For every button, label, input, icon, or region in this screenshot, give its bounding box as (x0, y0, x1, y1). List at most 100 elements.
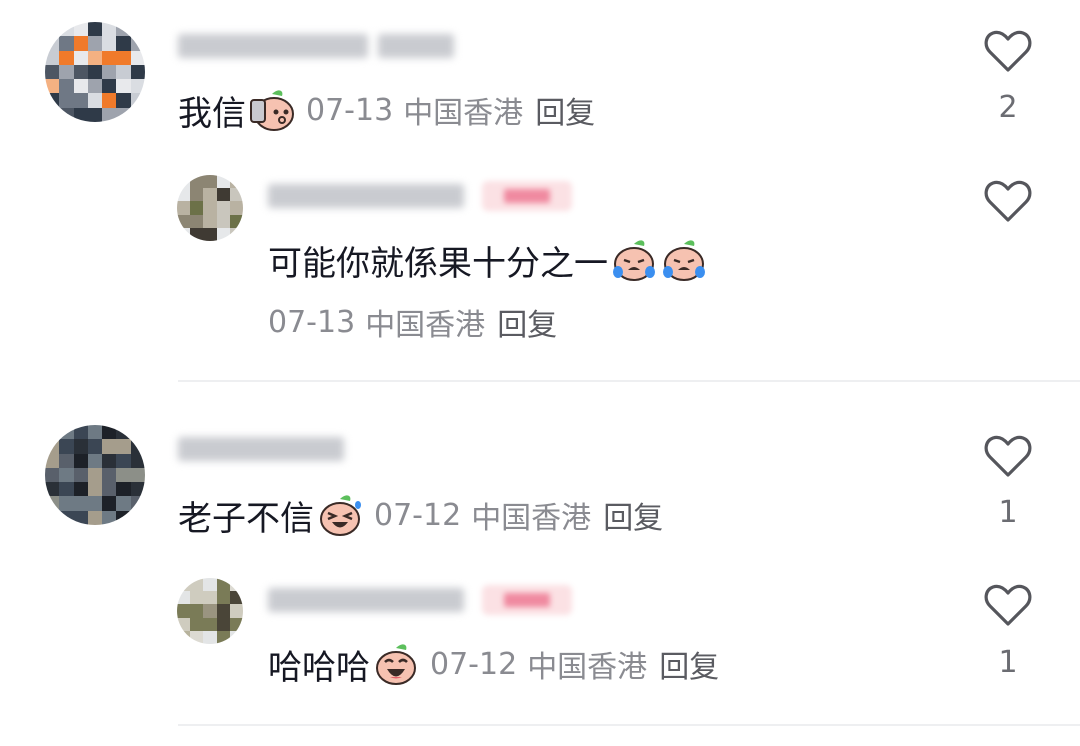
username-blurred[interactable] (178, 433, 348, 465)
avatar-pixel (116, 510, 131, 525)
avatar-pixel (216, 604, 230, 618)
avatar[interactable] (45, 425, 145, 525)
comment-location: 中国香港 (527, 650, 648, 685)
username-blurred[interactable] (268, 584, 468, 616)
avatar-pixel (87, 467, 103, 483)
avatar-pixel (203, 175, 217, 189)
peach-phone-emoji (250, 90, 294, 131)
avatar[interactable] (177, 578, 243, 644)
avatar-pixel (229, 201, 243, 215)
avatar-pixel (216, 591, 230, 605)
avatar-pixel (229, 214, 243, 228)
like-heart-icon[interactable] (983, 582, 1033, 628)
username-blurred[interactable] (268, 180, 468, 212)
reply-button[interactable]: 回复 (535, 88, 595, 132)
avatar-pixel (177, 604, 191, 618)
avatar-pixel (229, 578, 243, 592)
comment-location: 中国香港 (365, 308, 486, 343)
avatar-pixel (116, 50, 131, 65)
avatar-pixel (116, 482, 131, 497)
avatar-pixel (59, 93, 74, 108)
avatar-pixel (45, 482, 60, 497)
avatar-pixel (59, 467, 74, 483)
reply-button[interactable]: 回复 (497, 300, 557, 344)
avatar-pixel (177, 188, 191, 202)
avatar[interactable] (177, 175, 243, 241)
avatar-pixel (87, 93, 103, 108)
avatar-pixel (102, 93, 117, 108)
divider (178, 380, 1080, 382)
avatar-pixel (73, 467, 88, 483)
avatar-pixel (59, 482, 74, 497)
like-heart-icon[interactable] (983, 28, 1033, 74)
avatar-pixel (87, 453, 103, 468)
avatar-pixel (130, 425, 145, 440)
avatar-pixel (102, 64, 117, 80)
comment-text: 可能你就係果十分之一 (268, 243, 608, 284)
avatar-pixel (130, 467, 145, 483)
comment-line: 老子不信 07-12 中国香港 回复 (178, 489, 663, 541)
avatar-pixel (216, 227, 230, 241)
avatar-pixel (190, 630, 204, 644)
avatar-pixel (102, 510, 117, 525)
author-tag-blurred (482, 181, 572, 211)
like-heart-icon[interactable] (983, 433, 1033, 479)
avatar-pixel (190, 188, 204, 202)
avatar-pixel (203, 604, 217, 618)
divider (178, 724, 1080, 726)
reply-button[interactable]: 回复 (659, 642, 719, 686)
reply-button[interactable]: 回复 (603, 493, 663, 537)
avatar-pixel (87, 36, 103, 51)
username-blurred[interactable] (178, 30, 458, 62)
avatar-pixel (102, 439, 117, 454)
avatar-pixel (229, 175, 243, 189)
avatar-pixel (216, 175, 230, 189)
avatar-pixel (73, 453, 88, 468)
avatar-pixel (177, 227, 191, 241)
avatar-pixel (73, 496, 88, 511)
comment-line: 哈哈哈 07-12 中国香港 回复 (268, 638, 719, 690)
avatar-pixel (190, 227, 204, 241)
comment-date: 07-13 (268, 304, 356, 340)
avatar-pixel (102, 467, 117, 483)
avatar-pixel (87, 482, 103, 497)
avatar-pixel (130, 64, 145, 80)
avatar-pixel (59, 22, 74, 37)
avatar-pixel (229, 630, 243, 644)
avatar-pixel (216, 630, 230, 644)
avatar-pixel (73, 425, 88, 440)
avatar-pixel (130, 496, 145, 511)
avatar-pixel (73, 22, 88, 37)
avatar-pixel (130, 482, 145, 497)
avatar-pixel (73, 79, 88, 94)
avatar-pixel (229, 591, 243, 605)
avatar-pixel (45, 453, 60, 468)
avatar-pixel (87, 22, 103, 37)
avatar-pixel (116, 64, 131, 80)
avatar-pixel (45, 107, 60, 122)
avatar-pixel (177, 201, 191, 215)
avatar-pixel (45, 496, 60, 511)
avatar-pixel (116, 93, 131, 108)
avatar-pixel (216, 201, 230, 215)
avatar-pixel (102, 425, 117, 440)
avatar-pixel (203, 201, 217, 215)
avatar-pixel (130, 107, 145, 122)
avatar-pixel (203, 630, 217, 644)
avatar-pixel (229, 227, 243, 241)
avatar-pixel (102, 36, 117, 51)
comment-location: 中国香港 (471, 501, 592, 536)
avatar-pixel (59, 64, 74, 80)
avatar-pixel (102, 482, 117, 497)
avatar-pixel (102, 496, 117, 511)
avatar-pixel (130, 79, 145, 94)
avatar-pixel (229, 617, 243, 631)
avatar-pixel (116, 107, 131, 122)
avatar-pixel (45, 510, 60, 525)
avatar-pixel (59, 107, 74, 122)
avatar[interactable] (45, 22, 145, 122)
like-heart-icon[interactable] (983, 178, 1033, 224)
avatar-pixel (116, 453, 131, 468)
like-count: 1 (998, 495, 1018, 530)
avatar-pixel (203, 591, 217, 605)
